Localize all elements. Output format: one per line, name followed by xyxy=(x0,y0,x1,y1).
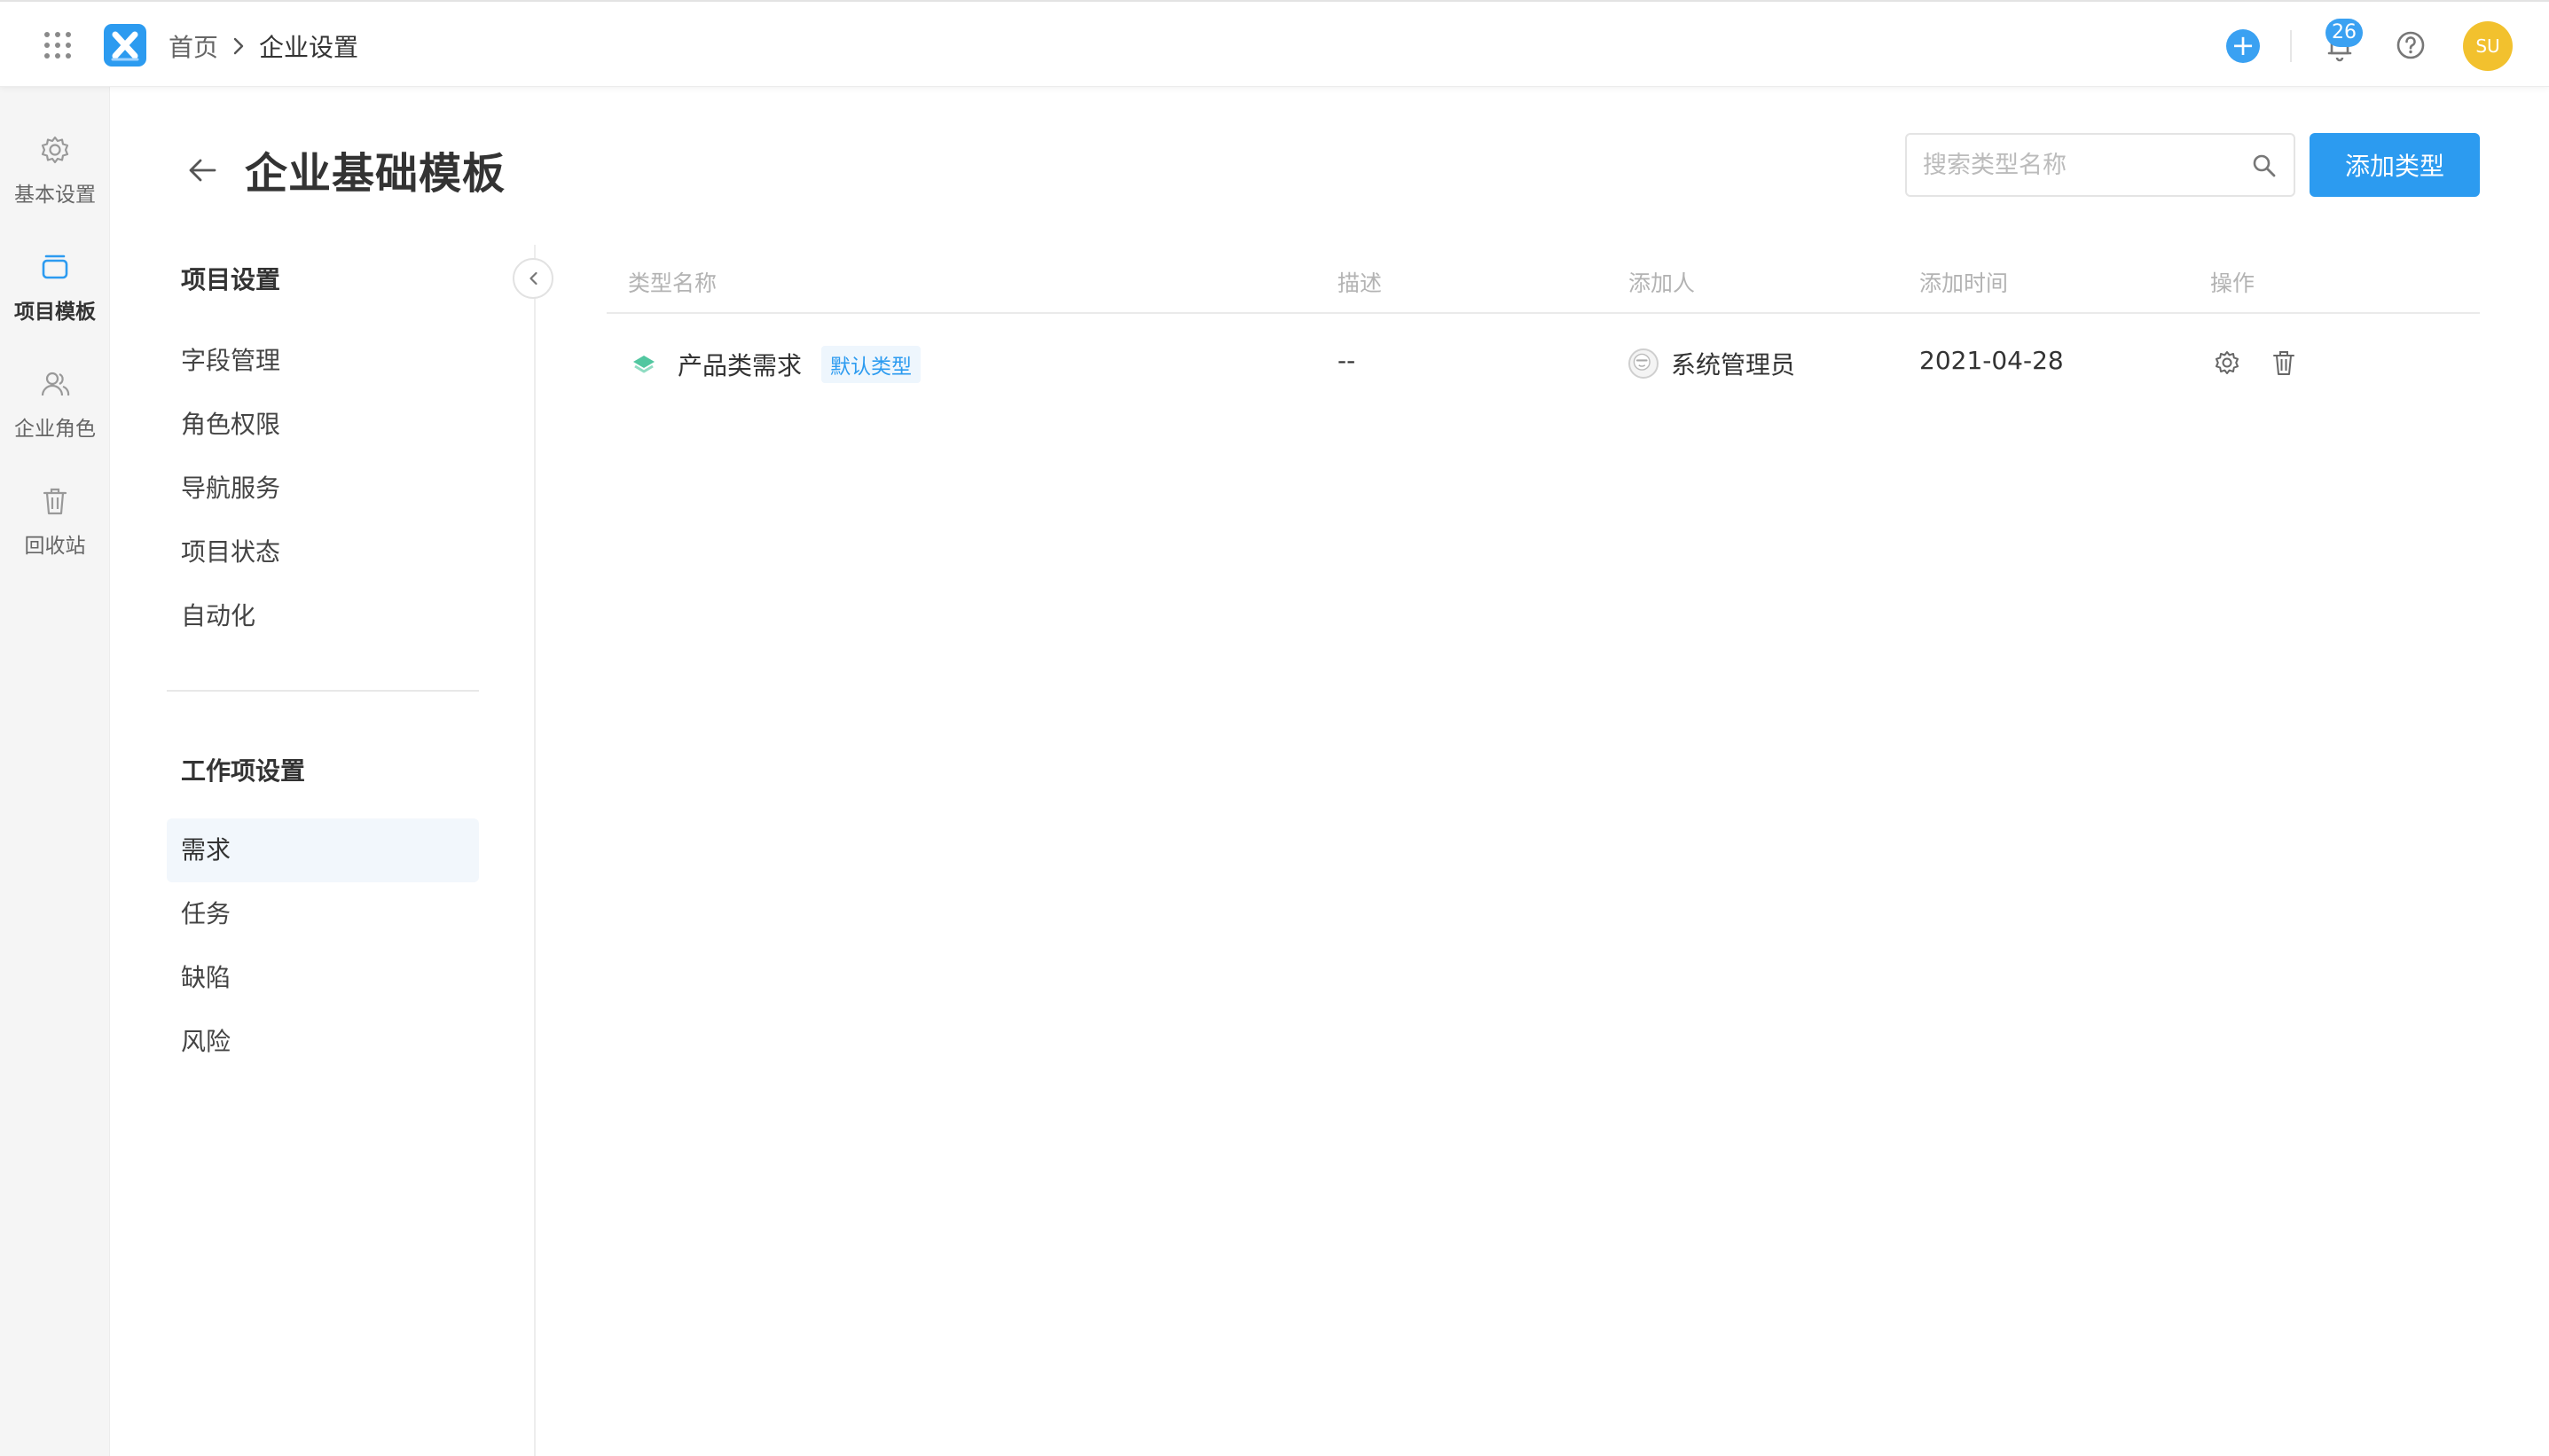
nav-item-project-status[interactable]: 项目状态 xyxy=(167,521,479,584)
nav-item-fields[interactable]: 字段管理 xyxy=(167,329,479,393)
table-row[interactable]: 产品类需求 默认类型 -- 系统管理员 2021-04-28 xyxy=(607,314,2480,415)
delete-trash-icon[interactable] xyxy=(2269,348,2299,378)
column-header-added-time: 添加时间 xyxy=(1919,270,2009,296)
settings-nav: 项目设置 字段管理 角色权限 导航服务 项目状态 自动化 工作项设置 需求 任务… xyxy=(167,239,532,1456)
rail-label: 企业角色 xyxy=(14,418,96,441)
column-header-description: 描述 xyxy=(1337,270,1383,296)
nav-group-title-project: 项目设置 xyxy=(181,265,281,294)
added-time-cell: 2021-04-28 xyxy=(1919,346,2064,375)
type-name[interactable]: 产品类需求 xyxy=(678,347,802,382)
nav-item-risks[interactable]: 风险 xyxy=(167,1010,479,1074)
nav-item-navigation[interactable]: 导航服务 xyxy=(167,457,479,521)
rail-item-project-templates[interactable]: 项目模板 xyxy=(0,250,110,348)
users-icon xyxy=(41,372,70,396)
table-header: 类型名称 描述 添加人 添加时间 操作 xyxy=(607,250,2480,314)
nav-item-requirements[interactable]: 需求 xyxy=(167,818,479,882)
rail-item-basic-settings[interactable]: 基本设置 xyxy=(0,133,110,231)
page-title: 企业基础模板 xyxy=(245,149,506,199)
nav-item-defects[interactable]: 缺陷 xyxy=(167,946,479,1010)
chevron-left-icon xyxy=(529,271,537,286)
added-by-name: 系统管理员 xyxy=(1671,350,1796,380)
rail-item-recycle-bin[interactable]: 回收站 xyxy=(0,484,110,582)
default-type-badge: 默认类型 xyxy=(821,346,922,383)
nav-item-role-permissions[interactable]: 角色权限 xyxy=(167,393,479,457)
actions-cell xyxy=(2212,348,2299,378)
apps-grid-icon[interactable] xyxy=(44,32,71,59)
user-avatar[interactable]: SU xyxy=(2463,21,2513,71)
column-header-actions: 操作 xyxy=(2210,270,2255,296)
column-header-type-name: 类型名称 xyxy=(628,270,718,296)
rail-label: 回收站 xyxy=(24,535,86,558)
header-divider xyxy=(2290,30,2292,62)
nav-item-automation[interactable]: 自动化 xyxy=(167,584,479,648)
template-icon xyxy=(42,254,68,279)
chevron-right-icon xyxy=(232,36,245,56)
quick-add-button[interactable]: + xyxy=(2226,29,2260,63)
column-header-added-by: 添加人 xyxy=(1628,270,1696,296)
top-header: 首页 企业设置 + 26 SU xyxy=(0,0,2549,87)
nav-group-title-work-items: 工作项设置 xyxy=(181,756,306,786)
app-logo[interactable] xyxy=(104,24,146,67)
add-type-button[interactable]: 添加类型 xyxy=(2310,133,2480,197)
search-icon[interactable] xyxy=(2251,153,2278,179)
system-admin-avatar xyxy=(1628,348,1659,379)
back-arrow-icon[interactable] xyxy=(184,153,220,188)
help-icon[interactable] xyxy=(2395,29,2427,61)
type-name-cell: 产品类需求 默认类型 xyxy=(631,346,922,383)
added-time-value: 2021-04-28 xyxy=(1919,346,2064,375)
breadcrumb-current: 企业设置 xyxy=(259,33,359,62)
breadcrumb: 首页 企业设置 xyxy=(169,28,358,64)
notification-badge: 26 xyxy=(2325,19,2363,47)
nav-panel-divider xyxy=(534,245,536,1456)
robot-face-icon xyxy=(1633,353,1651,371)
description-cell: -- xyxy=(1337,346,1355,375)
nav-group-divider xyxy=(167,690,479,692)
logo-x-icon xyxy=(111,31,139,61)
search-input[interactable] xyxy=(1923,145,2242,184)
search-box xyxy=(1905,133,2295,197)
breadcrumb-home-link[interactable]: 首页 xyxy=(169,28,218,64)
settings-gear-icon[interactable] xyxy=(2212,348,2242,378)
rail-label: 基本设置 xyxy=(14,184,96,207)
left-rail: 基本设置 项目模板 企业角色 回收站 xyxy=(0,87,110,1456)
type-table: 类型名称 描述 添加人 添加时间 操作 产品类需求 默认类型 -- 系统管理员 … xyxy=(607,250,2480,415)
description-value: -- xyxy=(1337,346,1356,375)
layers-icon xyxy=(633,356,655,373)
nav-item-tasks[interactable]: 任务 xyxy=(167,882,479,946)
rail-label: 项目模板 xyxy=(14,301,96,324)
gear-icon xyxy=(41,136,69,164)
collapse-nav-button[interactable] xyxy=(513,258,553,299)
added-by-cell: 系统管理员 xyxy=(1628,346,1795,381)
rail-item-enterprise-roles[interactable]: 企业角色 xyxy=(0,367,110,465)
trash-icon xyxy=(43,488,67,515)
